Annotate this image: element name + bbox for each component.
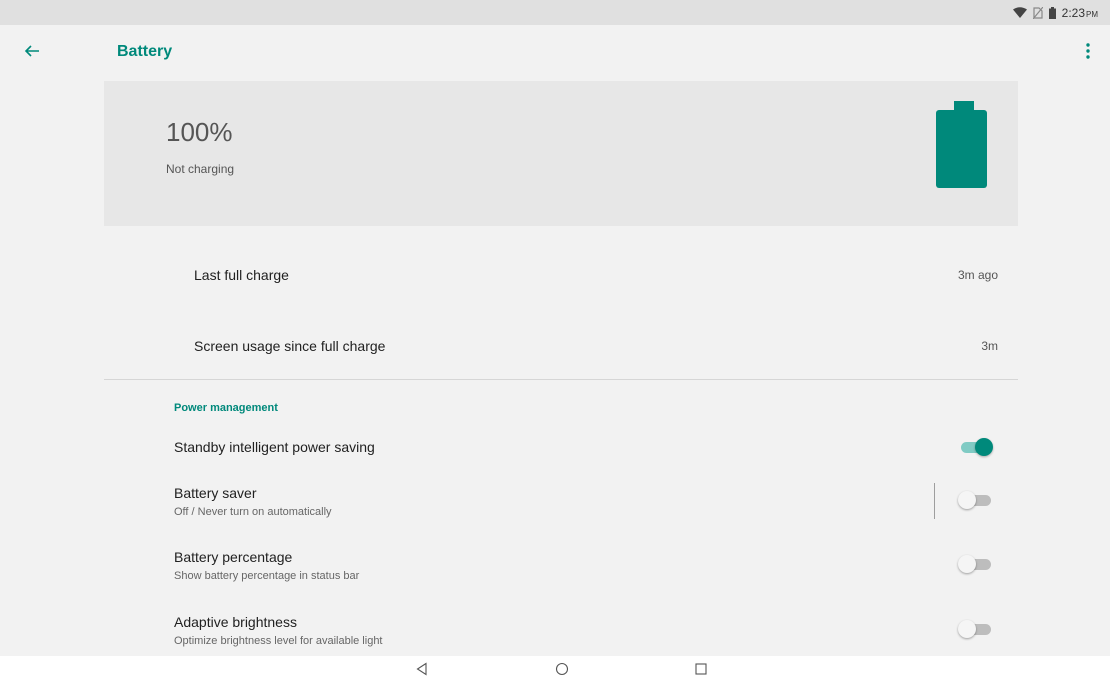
adaptive-brightness-summary: Optimize brightness level for available … <box>174 635 383 647</box>
nav-back-button[interactable] <box>413 661 431 681</box>
switch-thumb <box>958 555 976 573</box>
no-sim-icon <box>1032 7 1043 19</box>
app-bar: Battery <box>0 25 1110 81</box>
nav-recents-button[interactable] <box>692 662 710 680</box>
page-title: Battery <box>117 43 173 60</box>
status-time-value: 2:23 <box>1061 6 1085 20</box>
more-vert-icon <box>1086 42 1090 64</box>
screen-usage-label: Screen usage since full charge <box>194 338 386 354</box>
switch-thumb <box>958 491 976 509</box>
status-time-ampm: PM <box>1086 10 1098 19</box>
screen-usage-value: 3m <box>981 339 998 353</box>
switch-thumb <box>975 438 993 456</box>
nav-home-button[interactable] <box>553 662 571 680</box>
last-full-charge-row[interactable]: Last full charge 3m ago <box>104 239 1018 311</box>
battery-graphic-icon <box>936 101 987 189</box>
battery-saver-switch[interactable] <box>958 490 994 510</box>
back-button[interactable] <box>20 41 44 65</box>
power-management-header: Power management <box>174 402 278 414</box>
switch-thumb <box>958 620 976 638</box>
more-options-button[interactable] <box>1076 41 1100 65</box>
battery-saver-summary: Off / Never turn on automatically <box>174 506 332 518</box>
status-time: 2:23PM <box>1062 6 1098 20</box>
recents-square-icon <box>694 662 708 681</box>
battery-level: 100% <box>166 117 233 147</box>
adaptive-brightness-switch[interactable] <box>958 619 994 639</box>
status-bar: 2:23PM <box>0 0 1110 25</box>
battery-saver-row[interactable]: Battery saver Off / Never turn on automa… <box>104 477 1018 537</box>
battery-saver-title: Battery saver <box>174 485 257 501</box>
battery-header-card: 100% Not charging <box>104 81 1018 226</box>
screen-usage-row[interactable]: Screen usage since full charge 3m <box>104 310 1018 382</box>
arrow-back-icon <box>24 43 40 64</box>
last-full-charge-label: Last full charge <box>194 267 289 283</box>
battery-percentage-summary: Show battery percentage in status bar <box>174 570 360 582</box>
battery-percentage-title: Battery percentage <box>174 549 293 565</box>
battery-saver-separator <box>934 483 935 519</box>
section-divider <box>104 379 1018 380</box>
navigation-bar <box>0 656 1110 686</box>
back-triangle-icon <box>415 661 429 681</box>
standby-power-saving-row[interactable]: Standby intelligent power saving <box>104 427 1018 465</box>
last-full-charge-value: 3m ago <box>957 268 998 282</box>
wifi-icon <box>1012 7 1027 19</box>
battery-status-icon <box>1048 7 1056 19</box>
standby-power-saving-switch[interactable] <box>958 437 994 457</box>
battery-percentage-switch[interactable] <box>958 554 994 574</box>
charge-status: Not charging <box>166 162 235 176</box>
home-circle-icon <box>555 662 569 681</box>
standby-power-saving-title: Standby intelligent power saving <box>174 439 375 455</box>
status-icons: 2:23PM <box>1012 5 1098 21</box>
adaptive-brightness-title: Adaptive brightness <box>174 614 297 630</box>
battery-percentage-row[interactable]: Battery percentage Show battery percenta… <box>104 541 1018 601</box>
battery-settings-content: 100% Not charging Last full charge 3m ag… <box>104 81 1018 656</box>
